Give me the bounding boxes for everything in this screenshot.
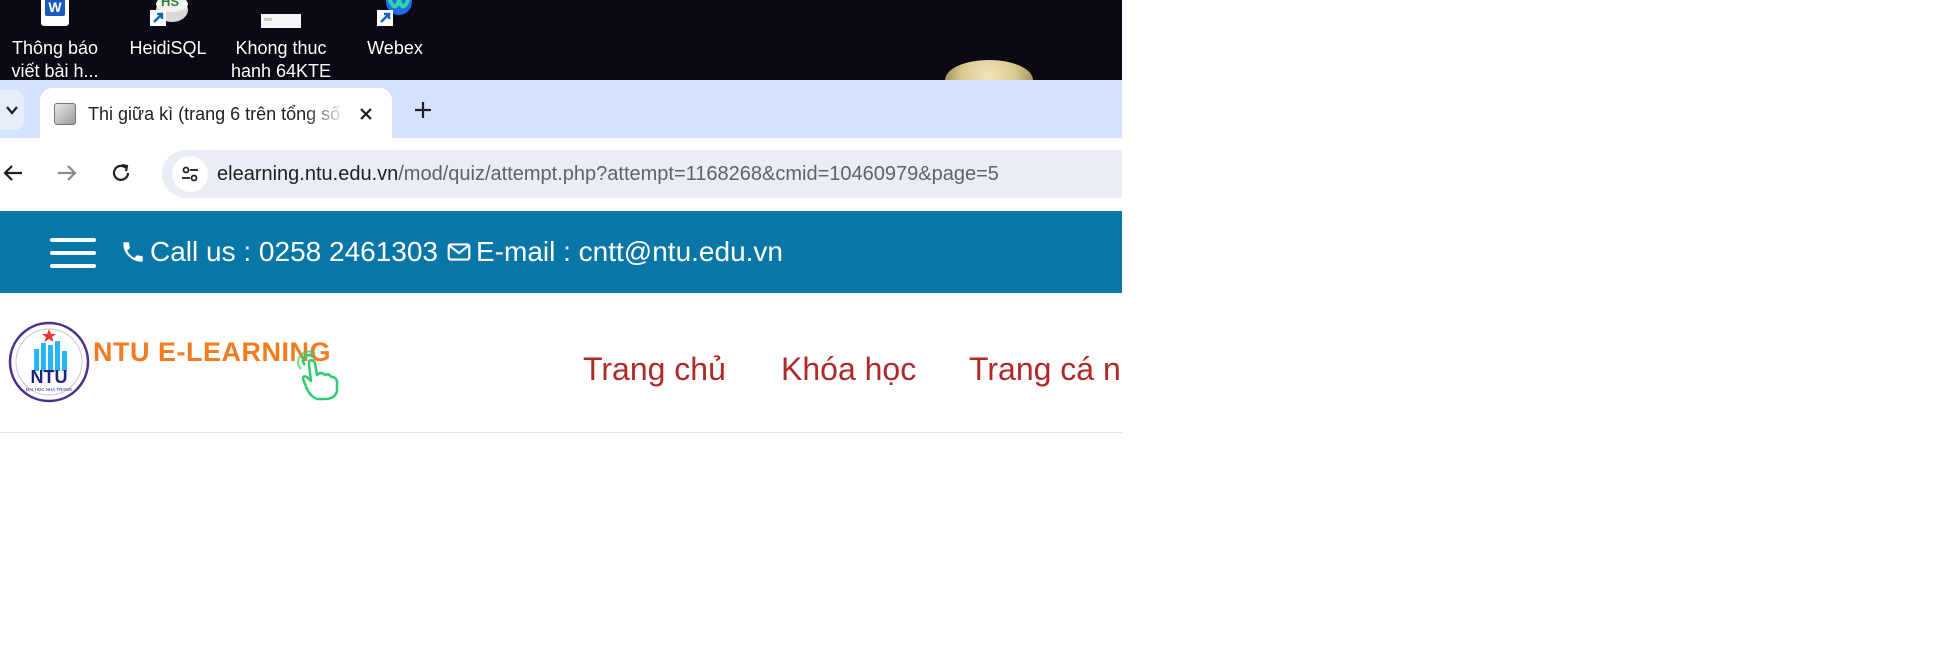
hamburger-line [50,238,96,242]
arrow-left-icon [3,165,22,181]
forward-button[interactable] [50,156,84,190]
word-icon: W [41,0,69,26]
webex-icon [377,0,412,26]
svg-text:W: W [48,0,62,15]
desktop-shortcut-label: Thông báo viết bài h... [11,38,99,80]
nav-profile-link[interactable]: Trang cá n [969,351,1121,388]
tab-close-button[interactable] [353,101,379,127]
site-logo[interactable]: NTU ĐẠI HỌC NHA TRANG NTU E-LEARNING [8,321,339,403]
browser-toolbar: elearning.ntu.edu.vn/mod/quiz/attempt.ph… [0,138,1122,210]
screen: W Thông báo viết bài h... HS HeidiSQL Kh… [0,0,1943,652]
document-thumbnail-icon [261,14,301,28]
tab-title: Thi giữa kì (trang 6 trên tổng số [88,104,341,124]
tab-search-button[interactable] [0,90,24,130]
menu-toggle-button[interactable] [50,236,96,270]
arrow-right-icon [58,165,77,181]
close-icon [360,108,372,120]
chevron-down-icon [6,106,18,115]
nav-courses-link[interactable]: Khóa học [781,351,916,388]
svg-text:NTU: NTU [31,367,68,387]
wallpaper-decoration [945,60,1033,80]
tab-strip: Thi giữa kì (trang 6 trên tổng số [0,80,1122,138]
reload-icon [112,163,130,181]
url-host: elearning.ntu.edu.vn [217,163,399,185]
address-bar[interactable]: elearning.ntu.edu.vn/mod/quiz/attempt.ph… [162,150,1122,198]
envelope-icon [447,243,471,261]
plus-icon [415,102,431,118]
url-path: /mod/quiz/attempt.php?attempt=1168268&cm… [398,163,999,185]
tune-icon [182,166,198,182]
hamburger-line [50,264,96,268]
pointing-hand-icon [297,350,339,401]
site-info-button[interactable] [172,156,208,192]
desktop-shortcut-heidisql[interactable]: HS HeidiSQL [113,0,223,80]
desktop-shortcut-khong-thuc-hanh[interactable]: Khong thuc hanh 64KTE [226,0,336,80]
desktop: W Thông báo viết bài h... HS HeidiSQL Kh… [0,0,1122,80]
desktop-shortcut-thong-bao[interactable]: W Thông báo viết bài h... [0,0,110,80]
svg-text:ĐẠI HỌC NHA TRANG: ĐẠI HỌC NHA TRANG [26,387,73,392]
tab-active[interactable]: Thi giữa kì (trang 6 trên tổng số [40,88,392,138]
phone-icon [123,242,143,262]
heidisql-icon: HS [150,0,188,26]
desktop-shortcut-label: HeidiSQL [129,38,207,58]
browser-window: W Thông báo viết bài h... HS HeidiSQL Kh… [0,0,1122,652]
desktop-shortcut-label: Webex [367,38,423,58]
contact-bar: Call us : 0258 2461303 E-mail : cntt@ntu… [0,211,1122,293]
ntu-seal-icon: NTU ĐẠI HỌC NHA TRANG [8,321,90,403]
hamburger-line [50,251,96,255]
email-text[interactable]: E-mail : cntt@ntu.edu.vn [476,236,783,268]
moodle-favicon-icon [54,103,76,125]
contact-info: Call us : 0258 2461303 E-mail : cntt@ntu… [120,233,783,271]
svg-text:HS: HS [161,0,179,9]
new-tab-button[interactable] [408,95,438,125]
phone-text: Call us : 0258 2461303 [150,236,438,267]
back-button[interactable] [0,156,30,190]
desktop-shortcut-label: Khong thuc hanh 64KTE [230,38,332,80]
site-header: NTU ĐẠI HỌC NHA TRANG NTU E-LEARNING Tra… [0,293,1122,433]
desktop-shortcut-webex[interactable]: Webex [340,0,450,80]
nav-home-link[interactable]: Trang chủ [583,351,726,388]
reload-button[interactable] [104,156,138,190]
url-text[interactable]: elearning.ntu.edu.vn/mod/quiz/attempt.ph… [217,162,999,186]
